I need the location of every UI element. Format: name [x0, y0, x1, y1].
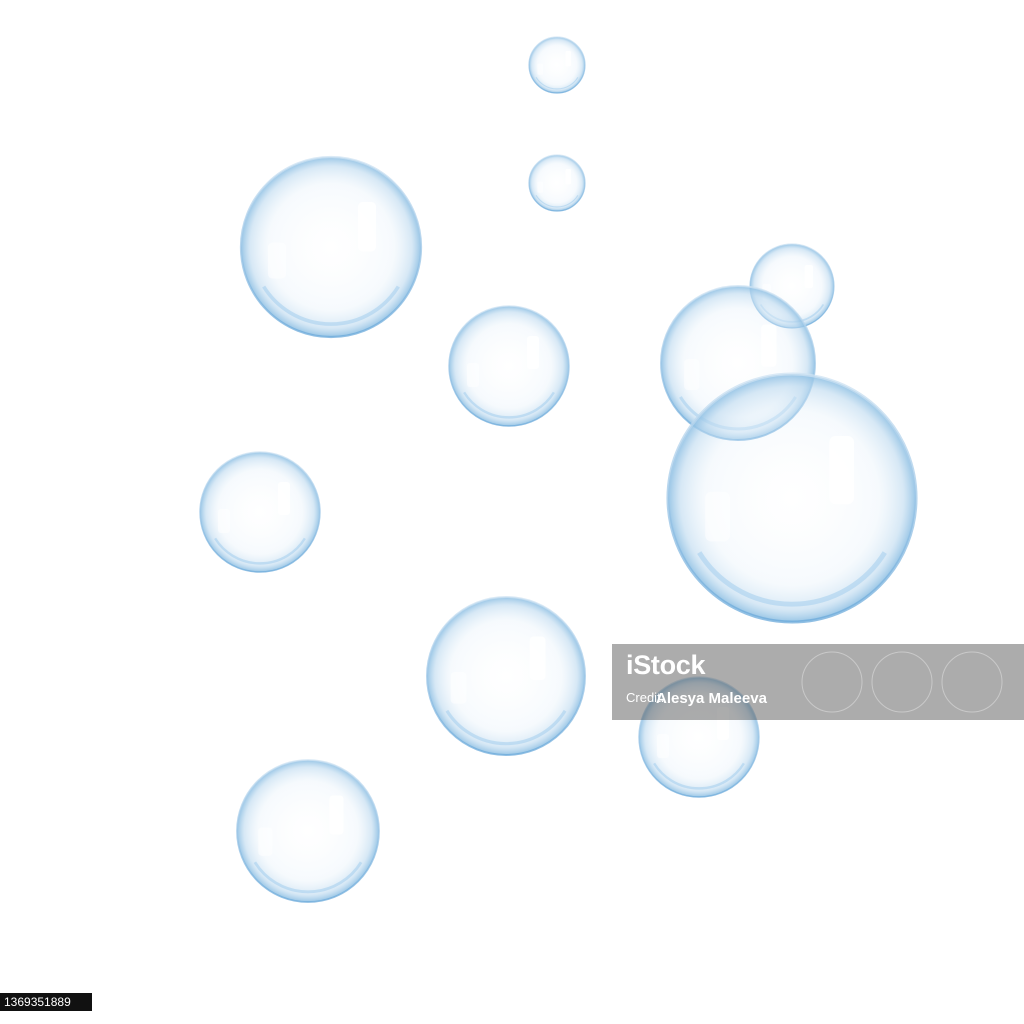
watermark-overlay: iStock Credit: Alesya Maleeva — [612, 644, 1024, 720]
stock-id-label: 1369351889 — [0, 993, 92, 1011]
bubble — [666, 372, 918, 624]
watermark-logo: iStock — [626, 650, 706, 680]
bubble — [426, 596, 586, 756]
bubble — [236, 759, 380, 903]
watermark-credit-name: Alesya Maleeva — [656, 690, 767, 707]
bubble — [528, 36, 586, 94]
bubbles-illustration — [199, 36, 918, 903]
bubble — [199, 451, 321, 573]
bubble — [528, 154, 586, 212]
photo-canvas: iStock Credit: Alesya Maleeva 1369351889 — [0, 0, 1024, 1024]
watermark-pattern — [801, 651, 1003, 713]
bubble — [239, 155, 423, 339]
bubble — [448, 305, 570, 427]
